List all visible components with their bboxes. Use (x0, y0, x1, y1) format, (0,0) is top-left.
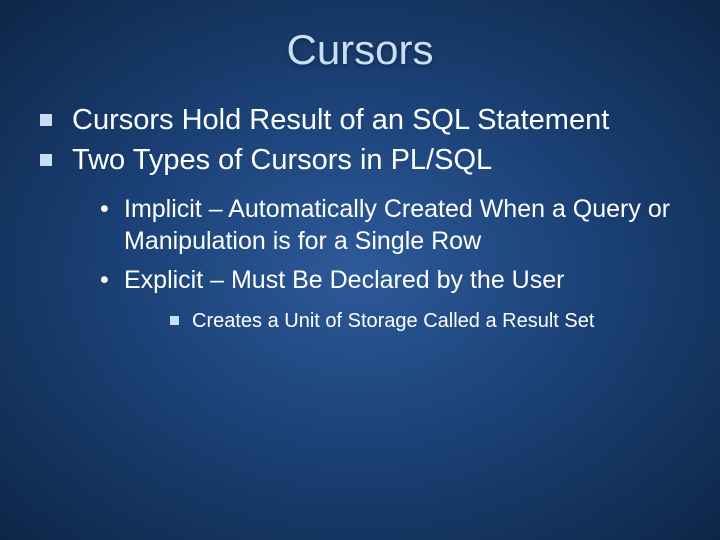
bullet-list-level3: Creates a Unit of Storage Called a Resul… (124, 308, 690, 334)
subsub-bullet-1: Creates a Unit of Storage Called a Resul… (170, 308, 690, 334)
bullet-item-1: Cursors Hold Result of an SQL Statement (40, 102, 690, 138)
sub-bullet-2: Explicit – Must Be Declared by the User … (100, 264, 690, 335)
slide-title: Cursors (30, 26, 690, 74)
bullet-list-level1: Cursors Hold Result of an SQL Statement … (30, 102, 690, 334)
bullet-list-level2: Implicit – Automatically Created When a … (72, 193, 690, 335)
bullet-item-2: Two Types of Cursors in PL/SQL Implicit … (40, 142, 690, 334)
sub-bullet-2-text: Explicit – Must Be Declared by the User (124, 266, 564, 294)
sub-bullet-1: Implicit – Automatically Created When a … (100, 193, 690, 258)
bullet-item-2-text: Two Types of Cursors in PL/SQL (72, 144, 492, 176)
slide-container: Cursors Cursors Hold Result of an SQL St… (0, 0, 720, 540)
